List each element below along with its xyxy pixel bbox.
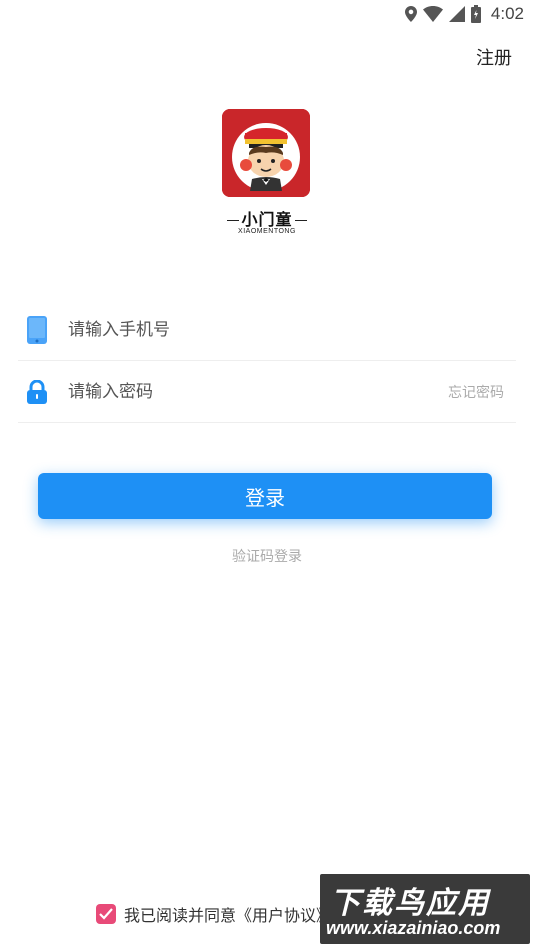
- brand-dash-left: [227, 220, 240, 221]
- phone-icon: [26, 316, 48, 344]
- signal-icon: [448, 6, 465, 22]
- checkmark-icon: [99, 908, 113, 920]
- battery-icon: [470, 5, 481, 23]
- watermark-title: 下载鸟应用: [330, 886, 490, 921]
- status-bar: 4:02: [0, 0, 534, 28]
- brand-subtitle: XIAOMENTONG: [238, 228, 296, 235]
- phone-input[interactable]: [66, 319, 516, 341]
- register-link[interactable]: 注册: [476, 44, 512, 70]
- password-input[interactable]: [66, 381, 448, 403]
- location-icon: [404, 6, 417, 22]
- brand-name-text: 小门童: [241, 210, 293, 229]
- password-row: 忘记密码: [18, 362, 516, 423]
- wifi-icon: [422, 6, 443, 22]
- sms-login-label[interactable]: 验证码登录: [232, 549, 302, 565]
- agreement-checkbox[interactable]: [96, 904, 116, 924]
- phone-row: [18, 300, 516, 361]
- brand-dash-right: [294, 220, 307, 221]
- forgot-password-link[interactable]: 忘记密码: [448, 382, 504, 402]
- status-time: 4:02: [490, 4, 524, 23]
- brand-name: 小门童: [218, 206, 316, 230]
- status-icons: 4:02: [404, 4, 524, 24]
- app-logo: [222, 109, 312, 197]
- login-button[interactable]: 登录: [38, 473, 492, 519]
- sms-login-link: 验证码登录: [0, 546, 534, 566]
- doorman-mascot-icon: [222, 109, 310, 197]
- watermark: 下载鸟应用 www.xiazainiao.com: [320, 874, 530, 944]
- lock-icon: [26, 378, 48, 406]
- watermark-url: www.xiazainiao.com: [326, 918, 501, 938]
- logo-badge: [222, 109, 310, 197]
